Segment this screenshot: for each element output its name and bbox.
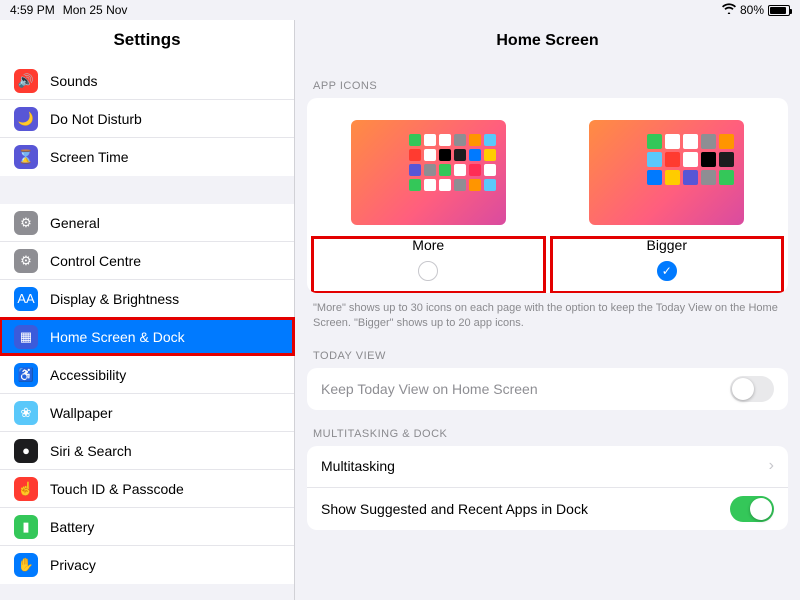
siri-search-icon: ● — [14, 439, 38, 463]
sidebar-item-home-screen-dock[interactable]: ▦ Home Screen & Dock — [0, 318, 294, 356]
status-bar: 4:59 PM Mon 25 Nov 80% — [0, 0, 800, 20]
option-more[interactable]: More — [319, 120, 538, 281]
multitasking-label: Multitasking — [321, 458, 395, 474]
sidebar-item-label: Accessibility — [50, 367, 126, 383]
sidebar-item-label: Do Not Disturb — [50, 111, 142, 127]
do-not-disturb-icon: 🌙 — [14, 107, 38, 131]
app-icons-footnote: "More" shows up to 30 icons on each page… — [307, 293, 788, 332]
option-more-label: More — [412, 237, 444, 253]
display-brightness-icon: AA — [14, 287, 38, 311]
section-app-icons-label: APP ICONS — [307, 62, 788, 98]
sidebar-item-display-brightness[interactable]: AA Display & Brightness — [0, 280, 294, 318]
wallpaper-icon: ❀ — [14, 401, 38, 425]
sidebar-item-wallpaper[interactable]: ❀ Wallpaper — [0, 394, 294, 432]
main-panel: Home Screen APP ICONS More Bigger — [295, 20, 800, 600]
radio-more[interactable] — [418, 261, 438, 281]
sidebar-item-label: Home Screen & Dock — [50, 329, 185, 345]
sidebar-item-label: Control Centre — [50, 253, 141, 269]
sidebar-item-siri-search[interactable]: ● Siri & Search — [0, 432, 294, 470]
sounds-icon: 🔊 — [14, 69, 38, 93]
toggle-today-view[interactable] — [730, 376, 774, 402]
sidebar-item-label: Privacy — [50, 557, 96, 573]
option-bigger-label: Bigger — [647, 237, 687, 253]
keep-today-view-label: Keep Today View on Home Screen — [321, 381, 538, 397]
row-multitasking[interactable]: Multitasking › — [307, 446, 788, 488]
sidebar-item-control-centre[interactable]: ⚙ Control Centre — [0, 242, 294, 280]
preview-more — [351, 120, 506, 225]
sidebar-item-general[interactable]: ⚙ General — [0, 204, 294, 242]
option-bigger[interactable]: Bigger ✓ — [558, 120, 777, 281]
suggested-apps-label: Show Suggested and Recent Apps in Dock — [321, 501, 588, 517]
general-icon: ⚙ — [14, 211, 38, 235]
sidebar-item-label: General — [50, 215, 100, 231]
settings-sidebar: Settings 🔊 Sounds 🌙 Do Not Disturb ⌛ Screen T… — [0, 20, 295, 600]
page-title: Home Screen — [307, 20, 788, 62]
touch-id-passcode-icon: ☝ — [14, 477, 38, 501]
sidebar-item-battery[interactable]: ▮ Battery — [0, 508, 294, 546]
sidebar-item-label: Siri & Search — [50, 443, 132, 459]
sidebar-item-touch-id-passcode[interactable]: ☝ Touch ID & Passcode — [0, 470, 294, 508]
wifi-icon — [722, 3, 736, 17]
control-centre-icon: ⚙ — [14, 249, 38, 273]
privacy-icon: ✋ — [14, 553, 38, 577]
battery-icon — [768, 5, 790, 16]
sidebar-item-do-not-disturb[interactable]: 🌙 Do Not Disturb — [0, 100, 294, 138]
home-screen-dock-icon: ▦ — [14, 325, 38, 349]
sidebar-item-sounds[interactable]: 🔊 Sounds — [0, 62, 294, 100]
sidebar-item-screen-time[interactable]: ⌛ Screen Time — [0, 138, 294, 176]
sidebar-title: Settings — [0, 20, 294, 62]
sidebar-item-label: Touch ID & Passcode — [50, 481, 184, 497]
chevron-right-icon: › — [769, 457, 774, 475]
preview-bigger — [589, 120, 744, 225]
sidebar-item-label: Screen Time — [50, 149, 129, 165]
section-multitasking-label: MULTITASKING & DOCK — [307, 410, 788, 446]
toggle-suggested-apps[interactable] — [730, 496, 774, 522]
battery-percent: 80% — [740, 3, 764, 17]
screen-time-icon: ⌛ — [14, 145, 38, 169]
radio-bigger[interactable]: ✓ — [657, 261, 677, 281]
sidebar-item-privacy[interactable]: ✋ Privacy — [0, 546, 294, 584]
section-today-label: TODAY VIEW — [307, 332, 788, 368]
sidebar-item-accessibility[interactable]: ♿ Accessibility — [0, 356, 294, 394]
app-icons-card: More Bigger ✓ — [307, 98, 788, 293]
sidebar-item-label: Display & Brightness — [50, 291, 179, 307]
battery-icon: ▮ — [14, 515, 38, 539]
status-time: 4:59 PM — [10, 3, 55, 17]
row-keep-today-view[interactable]: Keep Today View on Home Screen — [307, 368, 788, 410]
status-date: Mon 25 Nov — [63, 3, 128, 17]
accessibility-icon: ♿ — [14, 363, 38, 387]
sidebar-item-label: Wallpaper — [50, 405, 113, 421]
sidebar-item-label: Sounds — [50, 73, 97, 89]
sidebar-item-label: Battery — [50, 519, 94, 535]
row-suggested-apps[interactable]: Show Suggested and Recent Apps in Dock — [307, 488, 788, 530]
